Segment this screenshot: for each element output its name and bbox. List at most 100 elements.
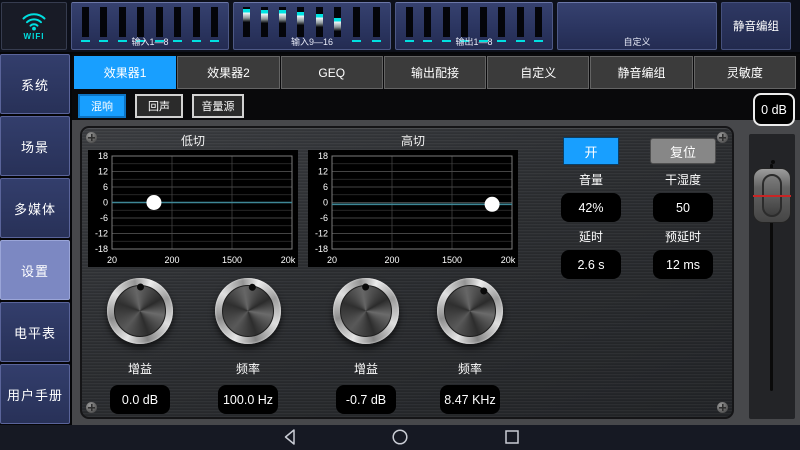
meter-panel-label: 输入1—8 xyxy=(72,35,228,48)
lowcut-gain-value[interactable]: 0.0 dB xyxy=(110,385,170,414)
sidebar-item-settings[interactable]: 设置 xyxy=(0,240,70,300)
svg-text:1500: 1500 xyxy=(442,255,462,265)
meter-panel-outputs-1-8[interactable]: 输出1—8 xyxy=(395,2,553,50)
svg-text:20: 20 xyxy=(107,255,117,265)
tab-custom[interactable]: 自定义 xyxy=(487,56,589,89)
gain-label: 增益 xyxy=(128,360,152,377)
back-icon[interactable] xyxy=(281,427,301,447)
highcut-title: 高切 xyxy=(308,132,518,150)
highcut-graph-block: 高切 20200150020k181260-6-12-18 xyxy=(308,132,518,267)
highcut-eq-graph[interactable]: 20200150020k181260-6-12-18 xyxy=(308,150,518,267)
pre-delay-label: 预延时 xyxy=(665,228,701,245)
sidebar-item-level-meter[interactable]: 电平表 xyxy=(0,302,70,362)
sidebar-item-system[interactable]: 系统 xyxy=(0,54,70,114)
svg-text:20: 20 xyxy=(327,255,337,265)
dry-wet-label: 干湿度 xyxy=(665,171,701,188)
home-icon[interactable] xyxy=(390,427,410,447)
wifi-icon xyxy=(21,12,47,31)
recents-icon[interactable] xyxy=(502,427,522,447)
meter-panel-custom[interactable]: 自定义 xyxy=(557,2,717,50)
wifi-label: WIFI xyxy=(24,32,45,41)
svg-text:-12: -12 xyxy=(315,229,328,239)
svg-text:-18: -18 xyxy=(315,244,328,254)
tab-sensitivity[interactable]: 灵敏度 xyxy=(694,56,796,89)
svg-text:-18: -18 xyxy=(95,244,108,254)
volume-value[interactable]: 42% xyxy=(561,193,621,222)
svg-text:-6: -6 xyxy=(100,213,108,223)
tab-output-patch[interactable]: 输出配接 xyxy=(384,56,486,89)
delay-value[interactable]: 2.6 s xyxy=(561,250,621,279)
svg-text:20k: 20k xyxy=(281,255,296,265)
knob-indicator-dot xyxy=(362,283,369,290)
svg-text:6: 6 xyxy=(103,182,108,192)
lowcut-gain-knob[interactable] xyxy=(107,278,173,344)
reverb-panel: 低切 20 200 1500 20k 18 12 6 0 -6 -12 -18 高切 20 200 15… xyxy=(80,126,734,419)
power-on-button[interactable]: 开 xyxy=(563,137,619,165)
mixer-app-screen: WIFI 输入1—8 输入9—16 输出1—8 自定义 静音编组 系统 场景 多… xyxy=(0,0,800,450)
svg-text:18: 18 xyxy=(98,151,108,161)
tab-geq[interactable]: GEQ xyxy=(281,56,383,89)
settings-content: 效果器1 效果器2 GEQ 输出配接 自定义 静音编组 灵敏度 混响 回声 音量… xyxy=(72,54,800,425)
subtab-reverb[interactable]: 混响 xyxy=(78,94,126,118)
svg-text:12: 12 xyxy=(98,167,108,177)
lowcut-title: 低切 xyxy=(88,132,298,150)
svg-text:200: 200 xyxy=(164,255,179,265)
delay-label: 延时 xyxy=(579,228,603,245)
meter-panel-inputs-1-8[interactable]: 输入1—8 xyxy=(71,2,229,50)
svg-text:1500: 1500 xyxy=(222,255,242,265)
top-status-bar: WIFI 输入1—8 输入9—16 输出1—8 自定义 静音编组 xyxy=(0,0,800,52)
highcut-gain-knob-group: 增益 -0.7 dB xyxy=(320,278,412,414)
highcut-freq-knob-group: 频率 8.47 KHz xyxy=(424,278,516,414)
svg-text:6: 6 xyxy=(323,182,328,192)
sidebar: 系统 场景 多媒体 设置 电平表 用户手册 xyxy=(0,54,70,425)
highcut-gain-value[interactable]: -0.7 dB xyxy=(336,385,396,414)
tab-effects-2[interactable]: 效果器2 xyxy=(177,56,279,89)
knob-indicator-dot xyxy=(137,283,144,290)
mute-group-button[interactable]: 静音编组 xyxy=(721,2,791,50)
subtab-echo[interactable]: 回声 xyxy=(135,94,183,118)
sidebar-item-user-manual[interactable]: 用户手册 xyxy=(0,364,70,424)
reverb-controls: 开 复位 音量 干湿度 42% 50 延时 预延时 2.6 s 12 ms xyxy=(547,136,729,280)
freq-label: 频率 xyxy=(236,360,260,377)
meter-panel-label: 自定义 xyxy=(558,35,716,48)
svg-text:0: 0 xyxy=(103,198,108,208)
highcut-freq-value[interactable]: 8.47 KHz xyxy=(440,385,500,414)
master-level-display[interactable]: 0 dB xyxy=(753,93,795,126)
pre-delay-value[interactable]: 12 ms xyxy=(653,250,713,279)
svg-text:20k: 20k xyxy=(501,255,516,265)
lowcut-gain-knob-group: 增益 0.0 dB xyxy=(94,278,186,414)
lowcut-freq-knob-group: 频率 100.0 Hz xyxy=(202,278,294,414)
meter-panel-inputs-9-16[interactable]: 输入9—16 xyxy=(233,2,391,50)
fader-dot xyxy=(771,160,775,164)
lowcut-freq-knob[interactable] xyxy=(215,278,281,344)
freq-label: 频率 xyxy=(458,360,482,377)
lowcut-eq-graph[interactable]: 20 200 1500 20k 18 12 6 0 -6 -12 -18 xyxy=(88,150,298,267)
knob-indicator-dot xyxy=(248,283,256,291)
dry-wet-value[interactable]: 50 xyxy=(653,193,713,222)
highcut-gain-knob[interactable] xyxy=(333,278,399,344)
reset-button[interactable]: 复位 xyxy=(650,138,716,164)
android-nav-bar xyxy=(0,425,800,450)
gain-label: 增益 xyxy=(354,360,378,377)
meter-panel-label: 输入9—16 xyxy=(234,35,390,48)
wifi-indicator[interactable]: WIFI xyxy=(1,2,67,50)
svg-text:18: 18 xyxy=(318,151,328,161)
knob-indicator-dot xyxy=(479,286,489,296)
svg-text:200: 200 xyxy=(384,255,399,265)
effect-subtab-bar: 混响 回声 音量源 xyxy=(78,94,800,118)
reverb-workspace: 低切 20 200 1500 20k 18 12 6 0 -6 -12 -18 高切 20 200 15… xyxy=(72,120,800,425)
effect-tab-bar: 效果器1 效果器2 GEQ 输出配接 自定义 静音编组 灵敏度 xyxy=(74,56,796,89)
fader-red-mark xyxy=(753,195,791,197)
svg-text:-12: -12 xyxy=(95,229,108,239)
volume-label: 音量 xyxy=(579,171,603,188)
sidebar-item-multimedia[interactable]: 多媒体 xyxy=(0,178,70,238)
master-fader-thumb[interactable] xyxy=(753,168,791,223)
lowcut-graph-block: 低切 20 200 1500 20k 18 12 6 0 -6 -12 -18 xyxy=(88,132,298,267)
tab-mute-group[interactable]: 静音编组 xyxy=(590,56,692,89)
master-fader[interactable] xyxy=(749,134,795,419)
tab-effects-1[interactable]: 效果器1 xyxy=(74,56,176,89)
sidebar-item-scene[interactable]: 场景 xyxy=(0,116,70,176)
lowcut-freq-value[interactable]: 100.0 Hz xyxy=(218,385,278,414)
subtab-volume-source[interactable]: 音量源 xyxy=(192,94,244,118)
highcut-freq-knob[interactable] xyxy=(437,278,503,344)
